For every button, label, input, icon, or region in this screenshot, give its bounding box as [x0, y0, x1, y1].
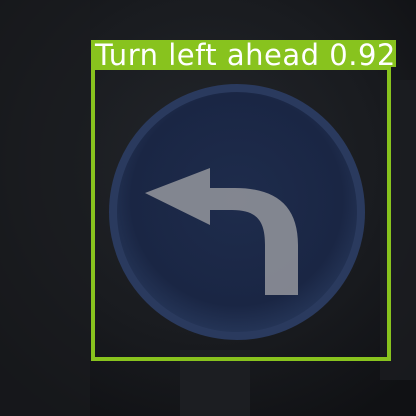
bounding-box: [91, 66, 391, 361]
detection-viewer: Turn left ahead 0.92: [0, 0, 416, 416]
background-patch: [0, 0, 90, 416]
detection-label: Turn left ahead 0.92: [91, 40, 396, 67]
